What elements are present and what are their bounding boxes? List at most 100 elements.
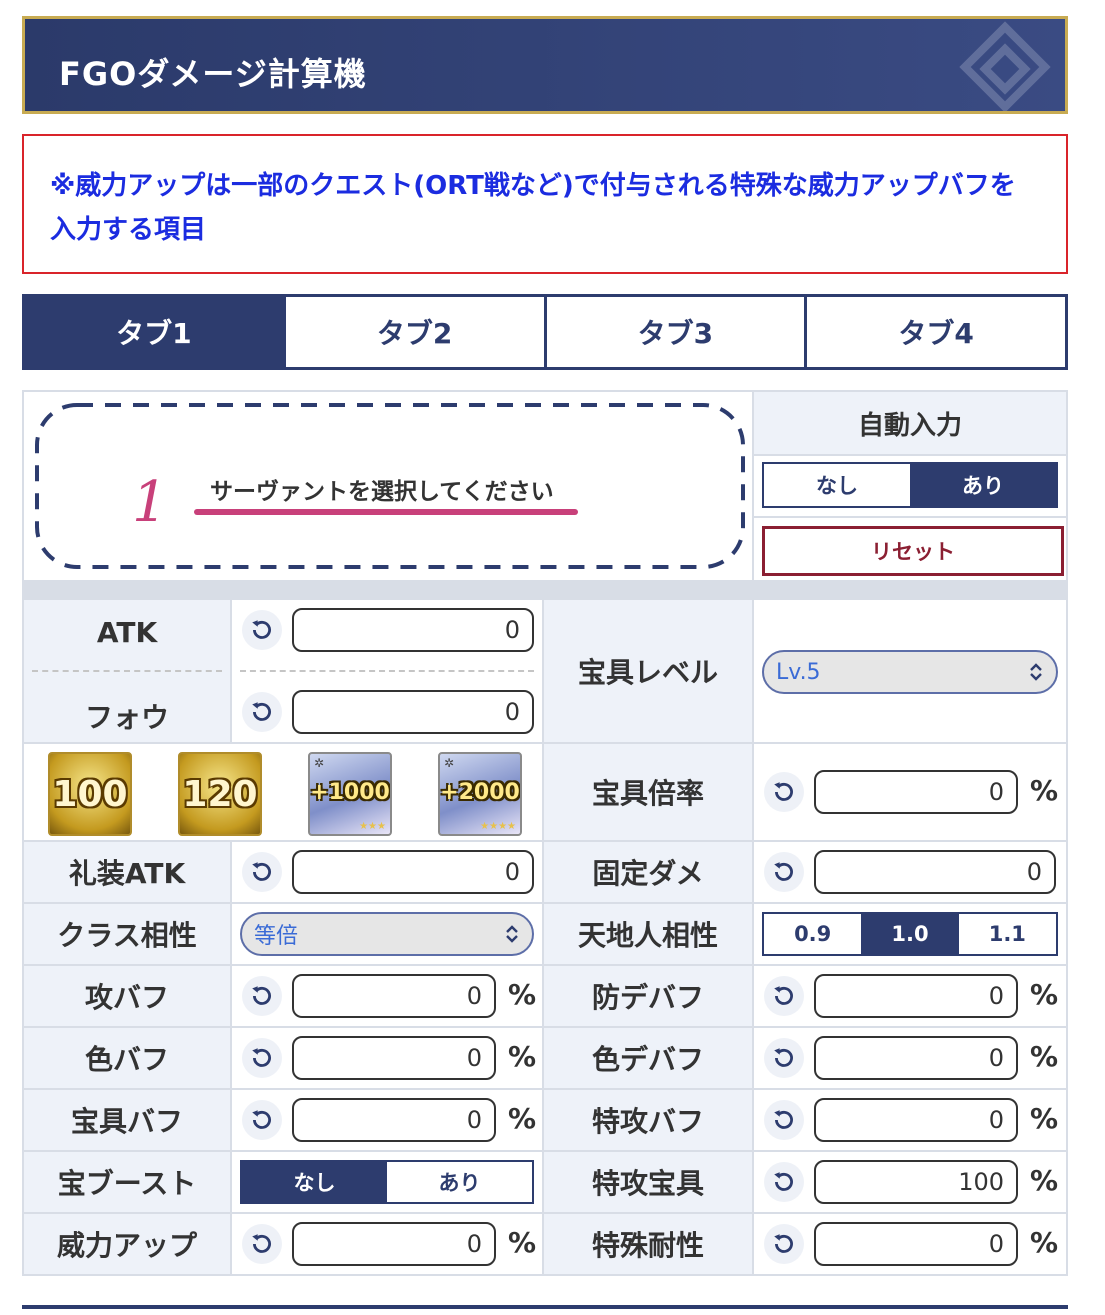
special-atk-buff-label: 特攻バフ bbox=[544, 1090, 752, 1150]
divider bbox=[240, 670, 534, 672]
ce-atk-input[interactable] bbox=[292, 850, 534, 894]
np-buff-cell: % bbox=[232, 1090, 542, 1150]
power-up-input[interactable] bbox=[292, 1222, 496, 1266]
percent-unit: % bbox=[1030, 1164, 1059, 1197]
auto-input-label: 自動入力 bbox=[754, 392, 1066, 454]
percent-unit: % bbox=[1030, 978, 1059, 1011]
fou-label: フォウ bbox=[84, 701, 169, 734]
step-number: 1 bbox=[132, 470, 168, 535]
notice-box: ※威力アップは一部のクエスト(ORT戦など)で付与される特殊な威力アップバフを入… bbox=[22, 134, 1068, 274]
servant-select-area[interactable]: 1 サーヴァントを選択してください bbox=[24, 392, 752, 580]
auto-input-on[interactable]: あり bbox=[910, 464, 1056, 506]
special-resist-reset-icon[interactable] bbox=[764, 1224, 804, 1264]
percent-unit: % bbox=[1030, 1226, 1059, 1259]
ce-atk-label: 礼装ATK bbox=[24, 842, 230, 902]
auto-input-off[interactable]: なし bbox=[764, 464, 910, 506]
rarity-stars-icon: ★★★ bbox=[359, 821, 386, 832]
def-debuff-input[interactable] bbox=[814, 974, 1018, 1018]
special-resist-label: 特殊耐性 bbox=[544, 1214, 752, 1274]
np-level-select[interactable]: Lv.5 bbox=[762, 650, 1058, 694]
atk-reset-icon[interactable] bbox=[242, 610, 282, 650]
select-chevron-icon bbox=[1030, 663, 1042, 681]
class-affinity-cell: 等倍 bbox=[232, 904, 542, 964]
special-atk-buff-input[interactable] bbox=[814, 1098, 1018, 1142]
atk-buff-input[interactable] bbox=[292, 974, 496, 1018]
percent-unit: % bbox=[508, 1040, 537, 1073]
grail-100-icon[interactable]: 100 bbox=[48, 752, 132, 836]
power-up-cell: % bbox=[232, 1214, 542, 1274]
np-buff-input[interactable] bbox=[292, 1098, 496, 1142]
app-title: FGOダメージ計算機 bbox=[59, 55, 367, 93]
np-multiplier-reset-icon[interactable] bbox=[764, 772, 804, 812]
np-boost-label: 宝ブースト bbox=[24, 1152, 230, 1212]
np-boost-on[interactable]: あり bbox=[387, 1162, 532, 1202]
atk-buff-cell: % bbox=[232, 966, 542, 1026]
percent-unit: % bbox=[508, 1102, 537, 1135]
grail-100-label: 100 bbox=[52, 774, 128, 815]
power-up-reset-icon[interactable] bbox=[242, 1224, 282, 1264]
color-debuff-input[interactable] bbox=[814, 1036, 1018, 1080]
calculator-grid: 1 サーヴァントを選択してください 自動入力 なし あり リセット ATK フォ… bbox=[22, 390, 1068, 1276]
def-debuff-cell: % bbox=[754, 966, 1066, 1026]
color-debuff-reset-icon[interactable] bbox=[764, 1038, 804, 1078]
np-level-label: 宝具レベル bbox=[544, 600, 752, 742]
np-boost-off[interactable]: なし bbox=[242, 1162, 387, 1202]
color-buff-reset-icon[interactable] bbox=[242, 1038, 282, 1078]
attribute-1-1[interactable]: 1.1 bbox=[958, 914, 1056, 954]
attribute-affinity-label: 天地人相性 bbox=[544, 904, 752, 964]
auto-input-toggle-cell: なし あり bbox=[754, 456, 1066, 516]
color-buff-input[interactable] bbox=[292, 1036, 496, 1080]
tab-4[interactable]: タブ4 bbox=[807, 297, 1065, 367]
np-multiplier-input[interactable] bbox=[814, 770, 1018, 814]
np-level-value: Lv.5 bbox=[776, 659, 821, 685]
color-buff-label: 色バフ bbox=[24, 1028, 230, 1088]
color-debuff-label: 色デバフ bbox=[544, 1028, 752, 1088]
rarity-stars-icon: ★★★★ bbox=[480, 821, 516, 832]
attribute-0-9[interactable]: 0.9 bbox=[764, 914, 862, 954]
attribute-1-0[interactable]: 1.0 bbox=[861, 914, 959, 954]
percent-unit: % bbox=[508, 978, 537, 1011]
percent-unit: % bbox=[1030, 774, 1059, 807]
quick-item-row: 100 120 ✲ +1000 ★★★ ✲ +2000 ★★★★ bbox=[24, 744, 542, 840]
fou-reset-icon[interactable] bbox=[242, 692, 282, 732]
auto-input-toggle: なし あり bbox=[762, 462, 1058, 508]
bottom-divider bbox=[22, 1305, 1068, 1309]
class-affinity-value: 等倍 bbox=[254, 924, 299, 949]
fou-2000-icon[interactable]: ✲ +2000 ★★★★ bbox=[438, 752, 522, 836]
app-header: FGOダメージ計算機 bbox=[22, 16, 1068, 114]
color-buff-cell: % bbox=[232, 1028, 542, 1088]
special-np-cell: % bbox=[754, 1152, 1066, 1212]
special-np-label: 特攻宝具 bbox=[544, 1152, 752, 1212]
special-resist-input[interactable] bbox=[814, 1222, 1018, 1266]
special-np-reset-icon[interactable] bbox=[764, 1162, 804, 1202]
def-debuff-reset-icon[interactable] bbox=[764, 976, 804, 1016]
def-debuff-label: 防デバフ bbox=[544, 966, 752, 1026]
fou-1000-icon[interactable]: ✲ +1000 ★★★ bbox=[308, 752, 392, 836]
special-np-input[interactable] bbox=[814, 1160, 1018, 1204]
np-buff-label: 宝具バフ bbox=[24, 1090, 230, 1150]
fixed-damage-input[interactable] bbox=[814, 850, 1056, 894]
fou-input[interactable] bbox=[292, 690, 534, 734]
atk-fou-input-cell bbox=[232, 600, 542, 742]
atk-input[interactable] bbox=[292, 608, 534, 652]
tab-1[interactable]: タブ1 bbox=[25, 297, 283, 367]
fixed-damage-cell bbox=[754, 842, 1066, 902]
np-multiplier-label: 宝具倍率 bbox=[544, 744, 752, 840]
prompt-underline bbox=[194, 509, 578, 515]
tab-3[interactable]: タブ3 bbox=[546, 297, 805, 367]
atk-buff-reset-icon[interactable] bbox=[242, 976, 282, 1016]
reset-button[interactable]: リセット bbox=[762, 526, 1064, 576]
logo-emblem-icon bbox=[959, 21, 1051, 111]
np-buff-reset-icon[interactable] bbox=[242, 1100, 282, 1140]
power-up-label: 威力アップ bbox=[24, 1214, 230, 1274]
grail-120-icon[interactable]: 120 bbox=[178, 752, 262, 836]
class-affinity-select[interactable]: 等倍 bbox=[240, 912, 534, 956]
gear-icon: ✲ bbox=[444, 756, 455, 770]
fixed-damage-reset-icon[interactable] bbox=[764, 852, 804, 892]
attribute-affinity-cell: 0.9 1.0 1.1 bbox=[754, 904, 1066, 964]
color-debuff-cell: % bbox=[754, 1028, 1066, 1088]
special-atk-buff-reset-icon[interactable] bbox=[764, 1100, 804, 1140]
ce-atk-reset-icon[interactable] bbox=[242, 852, 282, 892]
tab-2[interactable]: タブ2 bbox=[285, 297, 544, 367]
gear-icon: ✲ bbox=[314, 756, 325, 770]
